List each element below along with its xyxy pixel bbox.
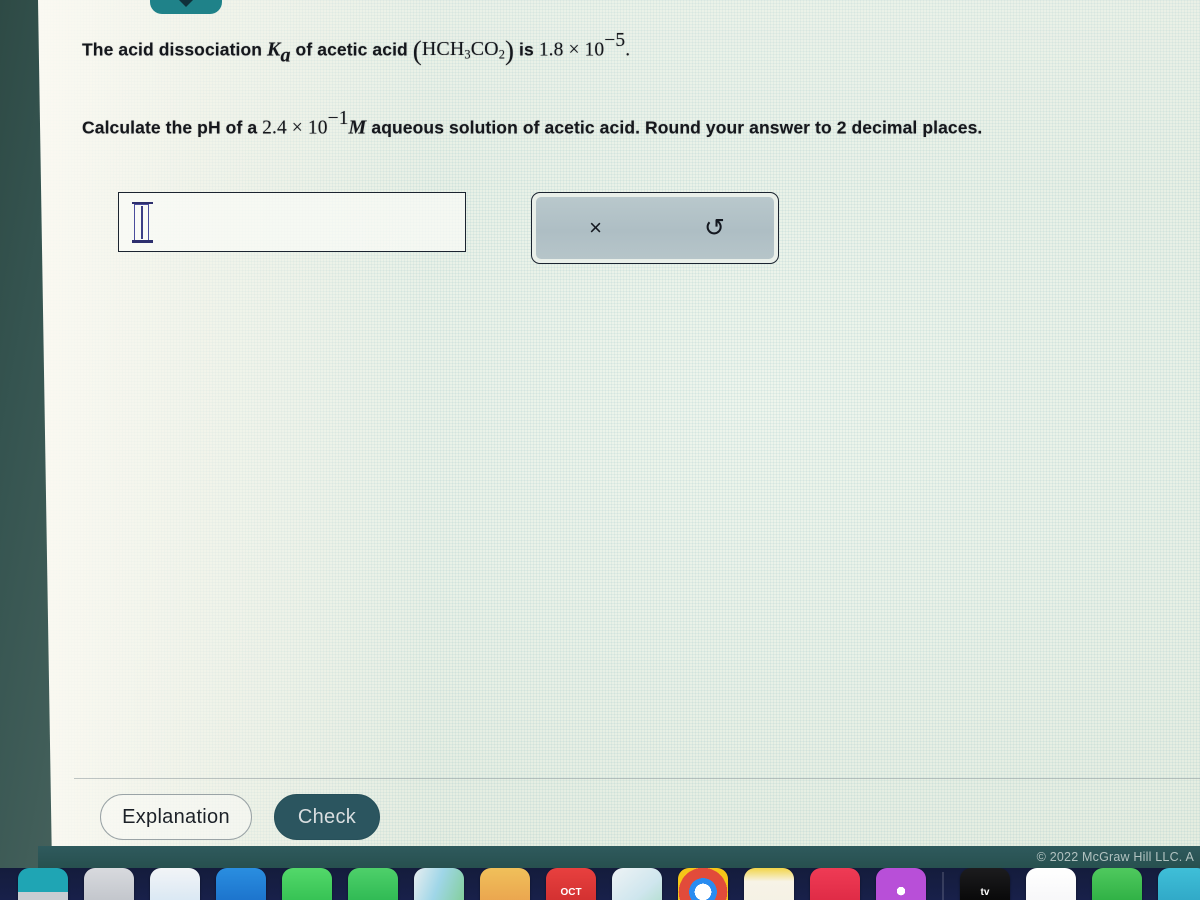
problem-text-mid: of acetic acid	[290, 39, 413, 60]
dock-separator	[942, 872, 944, 900]
chevron-down-icon	[177, 0, 195, 7]
collapse-panel-tab[interactable]	[150, 0, 222, 14]
instruction-text-pre: Calculate the pH of a	[82, 117, 263, 138]
ka-value-exponent: −5	[604, 30, 626, 51]
mail-icon[interactable]	[216, 868, 266, 900]
answer-input[interactable]	[118, 192, 466, 252]
text-cursor	[141, 205, 144, 239]
concentration-mantissa: 2.4 × 10	[262, 117, 328, 139]
explanation-button[interactable]: Explanation	[100, 794, 252, 840]
problem-text-is: is	[514, 39, 539, 60]
answer-entry-row: × ↺	[118, 192, 779, 264]
footer-divider	[74, 778, 1200, 780]
problem-text-pre: The acid dissociation	[82, 39, 268, 60]
undo-icon[interactable]: ↺	[655, 197, 774, 259]
finder-icon[interactable]	[18, 868, 68, 900]
podcasts-icon[interactable]	[876, 868, 926, 900]
ka-value-mantissa: 1.8 × 10	[538, 39, 605, 61]
copyright-text: © 2022 McGraw Hill LLC. A	[1036, 850, 1194, 864]
photographed-laptop-screen: The acid dissociation Ka of acetic acid …	[0, 0, 1200, 900]
check-button[interactable]: Check	[274, 794, 380, 840]
problem-statement-line-2: Calculate the pH of a 2.4 × 10−1M aqueou…	[82, 108, 982, 139]
formula-open-paren: (	[412, 35, 422, 66]
music-icon[interactable]	[810, 868, 860, 900]
facetime-icon[interactable]	[348, 868, 398, 900]
formula-close-paren: )	[505, 35, 515, 66]
ka-subscript: a	[280, 44, 291, 67]
concentration-exponent: −1	[327, 108, 349, 129]
notes-icon[interactable]	[744, 868, 794, 900]
answer-entry-box-icon	[132, 201, 153, 243]
ka-symbol: K	[267, 38, 281, 61]
footer-button-group: Explanation Check	[100, 794, 380, 840]
photos-icon[interactable]	[480, 868, 530, 900]
maps-icon[interactable]	[414, 868, 464, 900]
clear-icon[interactable]: ×	[536, 197, 655, 259]
chrome-icon[interactable]	[678, 868, 728, 900]
keynote-icon[interactable]	[1158, 868, 1200, 900]
calendar-icon[interactable]: OCT	[546, 868, 596, 900]
site-footer-bar: © 2022 McGraw Hill LLC. A	[38, 846, 1200, 868]
macos-dock: OCT tv	[0, 868, 1200, 900]
sentence-period: .	[625, 39, 631, 61]
safari-icon[interactable]	[150, 868, 200, 900]
problem-statement-line-1: The acid dissociation Ka of acetic acid …	[82, 30, 630, 67]
news-icon[interactable]	[1026, 868, 1076, 900]
launchpad-icon[interactable]	[84, 868, 134, 900]
molarity-unit: M	[348, 116, 367, 139]
math-helper-toolbar: × ↺	[531, 192, 779, 264]
numbers-icon[interactable]	[1092, 868, 1142, 900]
maps-alt-icon[interactable]	[612, 868, 662, 900]
messages-icon[interactable]	[282, 868, 332, 900]
chemical-formula: HCH3CO2	[421, 38, 505, 63]
webpage-viewport: The acid dissociation Ka of acetic acid …	[38, 0, 1200, 868]
appletv-icon[interactable]: tv	[960, 868, 1010, 900]
instruction-text-post: aqueous solution of acetic acid. Round y…	[366, 117, 983, 138]
